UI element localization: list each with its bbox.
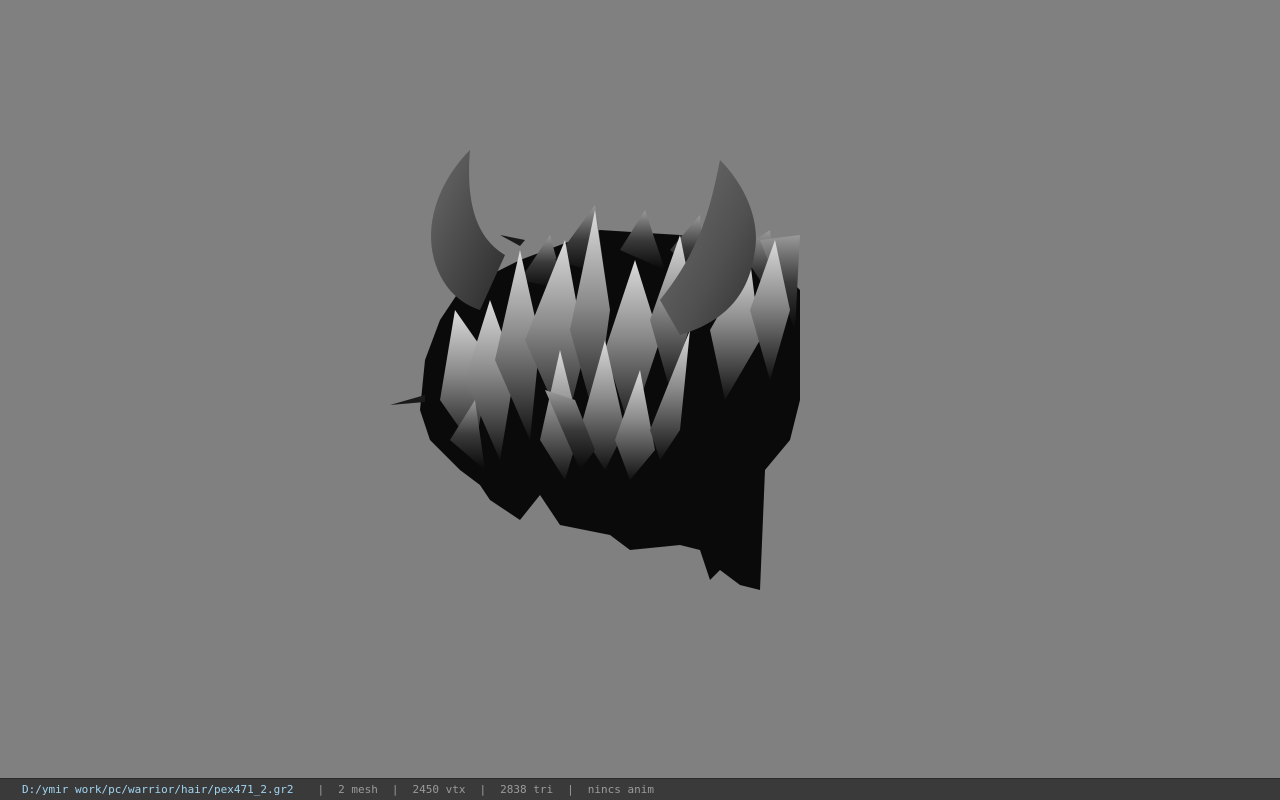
status-separator: | — [391, 783, 399, 796]
hair-model-render — [390, 150, 800, 590]
vertex-count: 2450 vtx — [412, 783, 466, 796]
status-separator: | — [317, 783, 325, 796]
status-separator: | — [479, 783, 487, 796]
3d-viewport[interactable] — [0, 0, 1280, 778]
status-separator: | — [567, 783, 574, 796]
triangle-count: 2838 tri — [500, 783, 554, 796]
file-path: D:/ymir work/pc/warrior/hair/pex471_2.gr… — [22, 783, 294, 796]
status-bar: D:/ymir work/pc/warrior/hair/pex471_2.gr… — [0, 778, 1280, 800]
animation-status: nincs anim — [587, 783, 654, 796]
mesh-count: 2 mesh — [338, 783, 378, 796]
